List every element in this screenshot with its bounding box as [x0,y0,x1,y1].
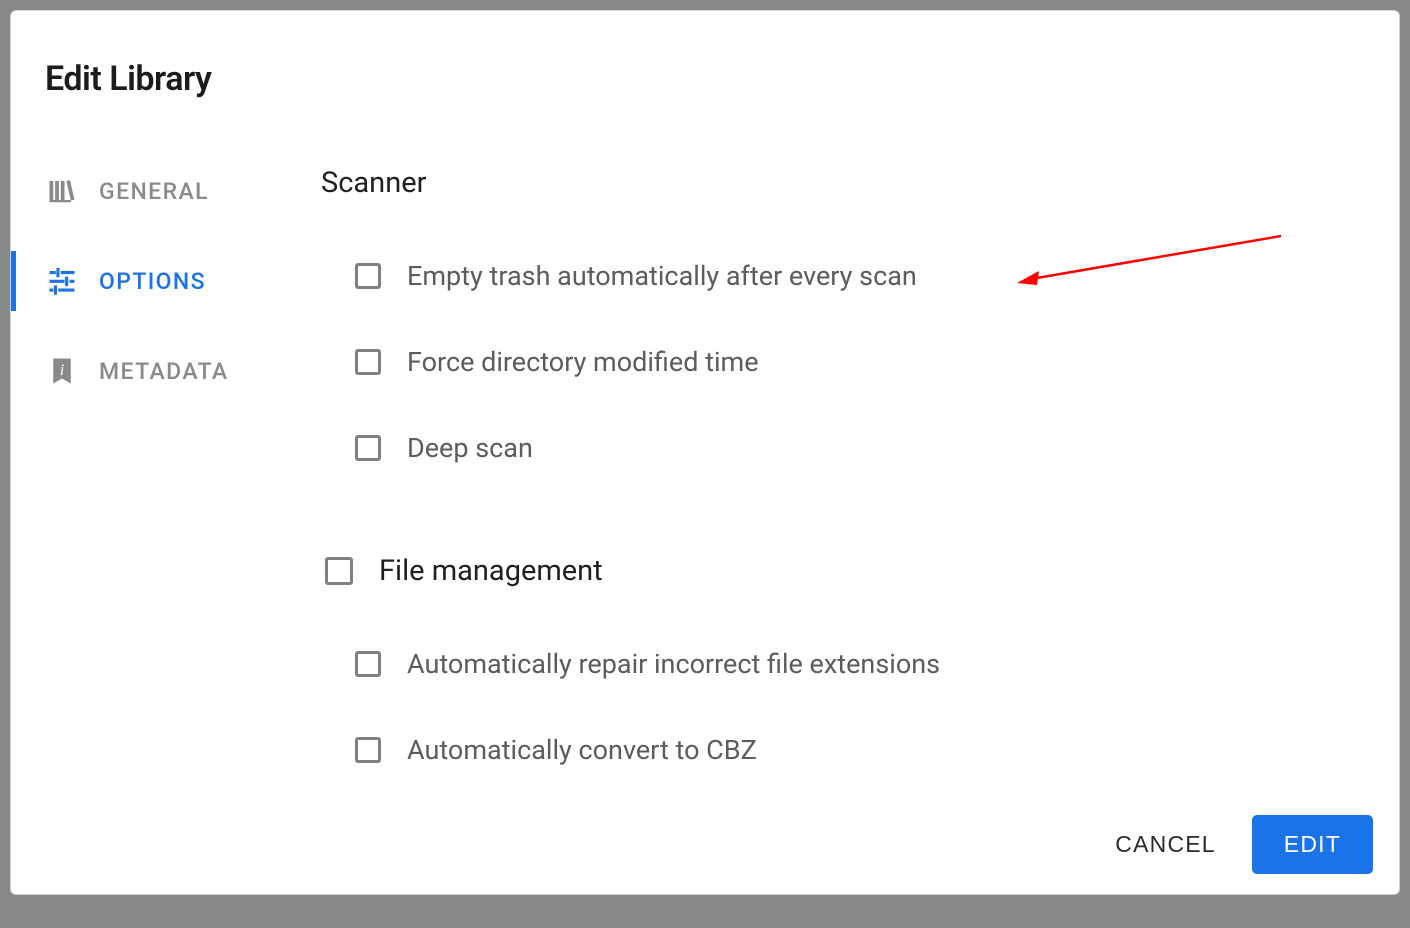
sidebar-item-label: OPTIONS [99,268,206,295]
svg-text:i: i [60,361,65,379]
option-force-directory-mtime[interactable]: Force directory modified time [355,346,1359,378]
checkbox[interactable] [355,651,381,677]
section-heading-label: File management [379,554,603,588]
option-file-management-enable[interactable]: File management [325,554,1359,588]
edit-button[interactable]: EDIT [1252,815,1373,874]
checkbox-label: Automatically convert to CBZ [407,734,757,766]
sidebar-item-options[interactable]: OPTIONS [11,251,271,311]
bookmark-info-icon: i [47,356,77,386]
dialog-actions: CANCEL EDIT [1093,815,1373,874]
edit-library-dialog: Edit Library GENERAL [10,10,1400,895]
checkbox[interactable] [355,349,381,375]
dialog-content: Scanner Empty trash automatically after … [321,166,1359,820]
checkbox[interactable] [325,557,353,585]
sidebar-item-general[interactable]: GENERAL [11,161,271,221]
section-file-management: File management Automatically repair inc… [321,554,1359,766]
checkbox-label: Deep scan [407,432,533,464]
section-heading-scanner: Scanner [321,166,1359,200]
option-empty-trash[interactable]: Empty trash automatically after every sc… [355,260,1359,292]
checkbox[interactable] [355,435,381,461]
sidebar-item-label: METADATA [99,358,229,385]
cancel-button[interactable]: CANCEL [1093,815,1238,874]
sidebar-item-label: GENERAL [99,178,209,205]
option-auto-convert-cbz[interactable]: Automatically convert to CBZ [355,734,1359,766]
option-auto-repair-extensions[interactable]: Automatically repair incorrect file exte… [355,648,1359,680]
checkbox-label: Empty trash automatically after every sc… [407,260,917,292]
dialog-title: Edit Library [45,59,211,99]
checkbox[interactable] [355,737,381,763]
checkbox-label: Automatically repair incorrect file exte… [407,648,940,680]
dialog-sidebar: GENERAL OPTIONS i METADATA [11,161,271,431]
checkbox[interactable] [355,263,381,289]
sidebar-item-metadata[interactable]: i METADATA [11,341,271,401]
option-deep-scan[interactable]: Deep scan [355,432,1359,464]
sliders-icon [47,266,77,296]
library-icon [47,176,77,206]
checkbox-label: Force directory modified time [407,346,759,378]
